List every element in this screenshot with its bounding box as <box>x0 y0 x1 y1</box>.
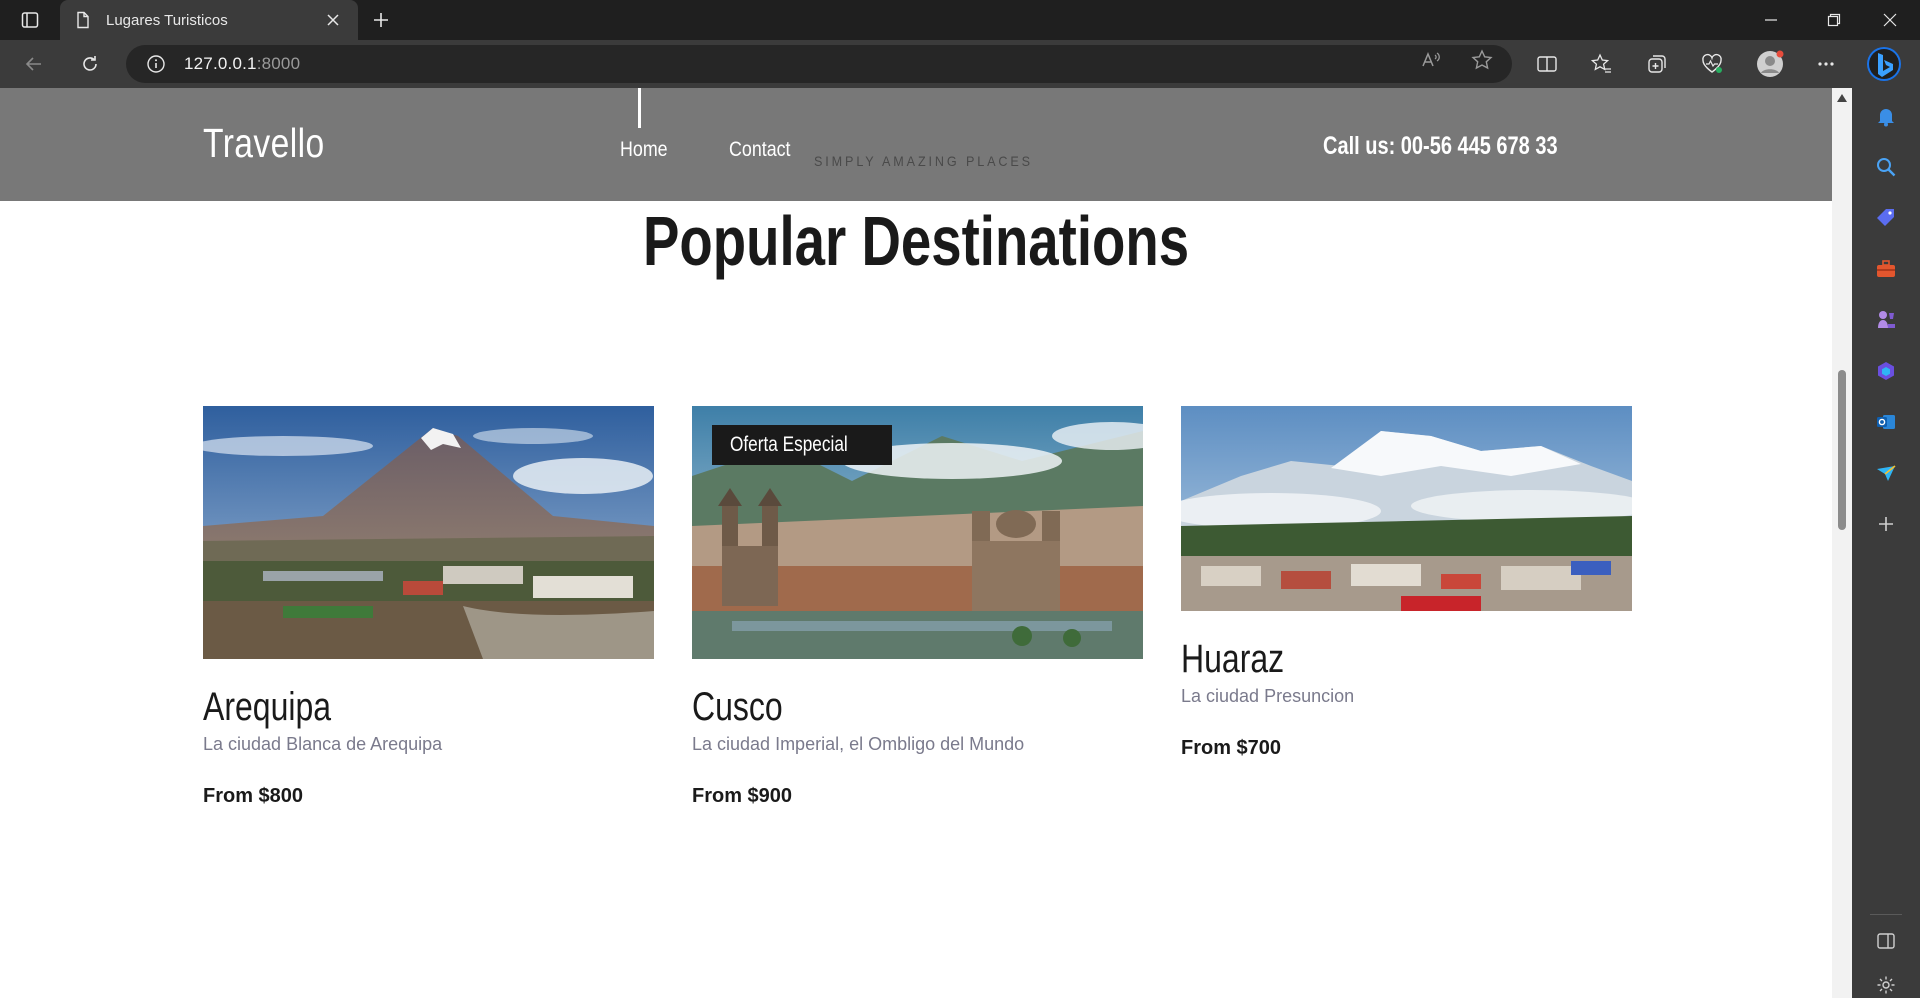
favorites-button[interactable] <box>1584 46 1620 82</box>
badge-text: Oferta Especial <box>730 433 848 456</box>
plus-icon <box>374 13 388 27</box>
destination-image-huaraz[interactable] <box>1181 406 1632 611</box>
triangle-up-icon <box>1837 94 1847 102</box>
profile-button[interactable] <box>1752 46 1788 82</box>
destination-card[interactable]: Huaraz La ciudad Presuncion From $700 <box>1181 406 1632 760</box>
settings-menu-button[interactable] <box>1808 46 1844 82</box>
search-button[interactable] <box>1869 150 1903 184</box>
close-icon <box>327 14 339 26</box>
close-tab-button[interactable] <box>322 9 344 31</box>
site-logo[interactable]: Travello <box>203 120 325 167</box>
refresh-button[interactable] <box>72 46 108 82</box>
tools-button[interactable] <box>1869 252 1903 286</box>
outlook-button[interactable] <box>1869 405 1903 439</box>
gear-icon <box>1877 976 1895 994</box>
bing-copilot-icon <box>1867 47 1901 81</box>
split-screen-icon <box>1537 56 1557 72</box>
read-aloud-icon <box>1422 52 1440 67</box>
scroll-up-button[interactable] <box>1836 92 1848 104</box>
more-dots-icon <box>1818 62 1834 66</box>
sidebar-divider <box>1870 914 1902 915</box>
destination-image-arequipa[interactable] <box>203 406 654 659</box>
page-icon <box>74 11 92 29</box>
minimize-button[interactable] <box>1743 0 1799 40</box>
destination-description: La ciudad Imperial, el Ombligo del Mundo <box>692 734 1025 754</box>
destination-card[interactable]: Arequipa La ciudad Blanca de Arequipa Fr… <box>203 406 654 808</box>
destination-price: From $800 <box>203 785 304 807</box>
site-info-icon[interactable] <box>146 54 166 74</box>
split-screen-button[interactable] <box>1529 46 1565 82</box>
favorites-icon <box>1591 53 1611 73</box>
call-us-phone: Call us: 00-56 445 678 33 <box>1323 132 1558 160</box>
sidebar-settings-button[interactable] <box>1869 968 1903 998</box>
minimize-icon <box>1765 19 1777 21</box>
hide-sidebar-button[interactable] <box>1869 924 1903 958</box>
plus-icon <box>1879 517 1893 531</box>
sidebar-panel-icon <box>1877 933 1895 949</box>
add-sidebar-app-button[interactable] <box>1869 507 1903 541</box>
refresh-icon <box>83 56 97 71</box>
site-header: Travello Home Contact SIMPLY AMAZING PLA… <box>0 88 1832 201</box>
special-offer-badge: Oferta Especial <box>712 425 892 465</box>
drop-button[interactable] <box>1869 456 1903 490</box>
arrow-left-icon <box>25 57 41 71</box>
page-scrollbar[interactable] <box>1832 88 1852 998</box>
browser-tab-active[interactable]: Lugares Turisticos <box>60 0 358 40</box>
nav-link-home[interactable]: Home <box>620 138 668 162</box>
destination-price: From $900 <box>692 785 793 807</box>
nav-link-contact[interactable]: Contact <box>729 138 791 162</box>
destination-image-cusco[interactable]: Oferta Especial <box>692 406 1143 659</box>
microsoft-365-icon <box>1878 362 1894 380</box>
bell-icon <box>1878 109 1894 127</box>
address-bar[interactable]: 127.0.0.1:8000 <box>126 45 1512 83</box>
chess-piece-icon <box>1878 311 1895 328</box>
restore-icon <box>1827 13 1841 27</box>
scroll-thumb[interactable] <box>1838 370 1846 530</box>
browser-essentials-button[interactable] <box>1694 46 1730 82</box>
edge-sidebar <box>1852 88 1920 998</box>
shopping-button[interactable] <box>1869 201 1903 235</box>
collections-button[interactable] <box>1639 46 1675 82</box>
tab-actions-menu-button[interactable] <box>12 6 48 34</box>
avatar-icon <box>1757 50 1784 77</box>
paper-plane-icon <box>1877 465 1896 481</box>
destination-name: Huaraz <box>1181 637 1285 681</box>
new-tab-button[interactable] <box>366 6 396 34</box>
copilot-sidebar-button[interactable] <box>1869 354 1903 388</box>
shopping-tag-icon <box>1877 209 1894 226</box>
section-title-text: Popular Destinations <box>642 202 1190 280</box>
destination-name: Cusco <box>692 685 783 729</box>
notifications-button[interactable] <box>1869 99 1903 133</box>
destination-price: From $700 <box>1181 737 1282 759</box>
destination-description: La ciudad Blanca de Arequipa <box>203 734 443 754</box>
restore-button[interactable] <box>1806 0 1862 40</box>
destination-name: Arequipa <box>203 685 332 729</box>
star-icon <box>1471 49 1493 70</box>
nav-active-indicator <box>638 88 641 128</box>
destination-card[interactable]: Oferta Especial Cusco La ciudad Imperial… <box>692 406 1143 808</box>
toolbox-icon <box>1877 260 1895 277</box>
close-window-button[interactable] <box>1862 0 1918 40</box>
tab-title: Lugares Turisticos <box>106 11 228 29</box>
favorite-star-button[interactable] <box>1469 47 1495 73</box>
collections-icon <box>1648 55 1666 73</box>
destination-description: La ciudad Presuncion <box>1181 686 1355 706</box>
page-viewport: Travello Home Contact SIMPLY AMAZING PLA… <box>0 88 1832 998</box>
section-title: Popular Destinations <box>0 201 1832 281</box>
tab-actions-icon <box>21 12 39 28</box>
copilot-button[interactable] <box>1864 44 1904 84</box>
games-button[interactable] <box>1869 303 1903 337</box>
site-tagline: SIMPLY AMAZING PLACES <box>814 153 1033 169</box>
outlook-icon <box>1877 415 1895 429</box>
url-text: 127.0.0.1:8000 <box>184 54 300 74</box>
back-button[interactable] <box>16 46 52 82</box>
heart-pulse-icon <box>1702 53 1722 73</box>
url-host: 127.0.0.1 <box>184 54 257 73</box>
close-icon <box>1883 13 1897 27</box>
browser-toolbar: 127.0.0.1:8000 <box>0 40 1920 88</box>
browser-titlebar: Lugares Turisticos <box>0 0 1920 40</box>
url-port: :8000 <box>256 54 301 73</box>
read-aloud-button[interactable] <box>1418 47 1444 73</box>
search-icon <box>1877 158 1896 177</box>
